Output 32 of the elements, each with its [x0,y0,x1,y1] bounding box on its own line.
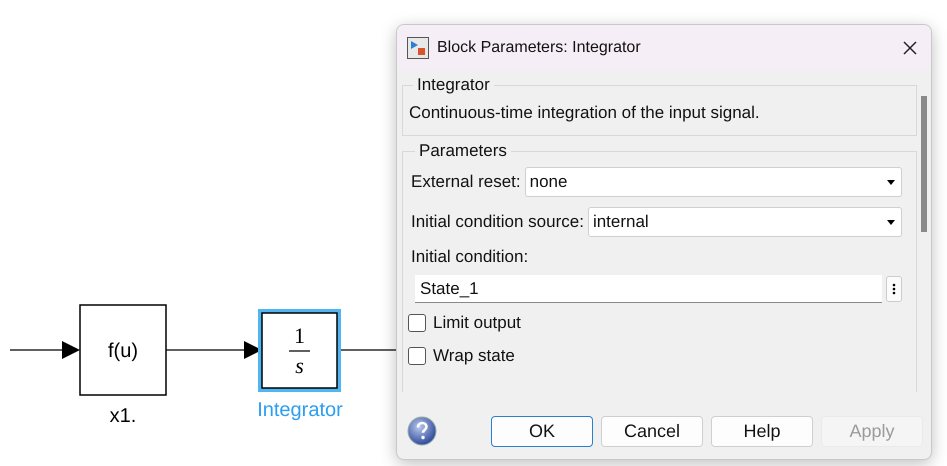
window-title: Block Parameters: Integrator [437,38,642,56]
app-icon [407,36,429,58]
scrollbar-thumb[interactable] [921,96,927,232]
checkbox-label: Limit output [433,313,521,333]
caret-icon [887,220,895,224]
dialog-button[interactable]: OK [491,416,593,446]
fraction-numerator: 1 [294,323,305,348]
dialog-button[interactable]: Help [711,416,813,446]
fraction-denominator: s [295,353,304,378]
dropdown-field[interactable]: none [524,167,902,197]
block-description: Continuous-time integration of the input signal. [409,103,761,123]
help-icon[interactable] [407,416,437,446]
close-icon[interactable] [903,40,917,54]
connector-arrow [10,341,80,359]
checkbox[interactable] [408,347,426,365]
checkbox[interactable] [408,314,426,332]
dropdown-field[interactable]: internal [588,207,902,237]
field-label: Initial condition: [411,247,530,267]
block-label: x1. [110,405,136,427]
group-title: Parameters [418,141,508,161]
input-field[interactable]: State_1 [415,275,882,303]
dialog-button[interactable]: Cancel [601,416,703,446]
field-label: Initial condition source: [411,212,584,232]
block-expression: f(u) [108,340,138,362]
caret-icon [887,180,895,184]
block-label: Integrator [257,399,343,421]
function-block[interactable]: f(u) [79,304,167,396]
field-label: External reset: [411,172,521,192]
more-options-icon[interactable] [886,276,902,302]
checkbox-label: Wrap state [433,346,515,366]
integrator-block[interactable]: 1 s [258,309,341,392]
group-title: Integrator [416,75,491,95]
